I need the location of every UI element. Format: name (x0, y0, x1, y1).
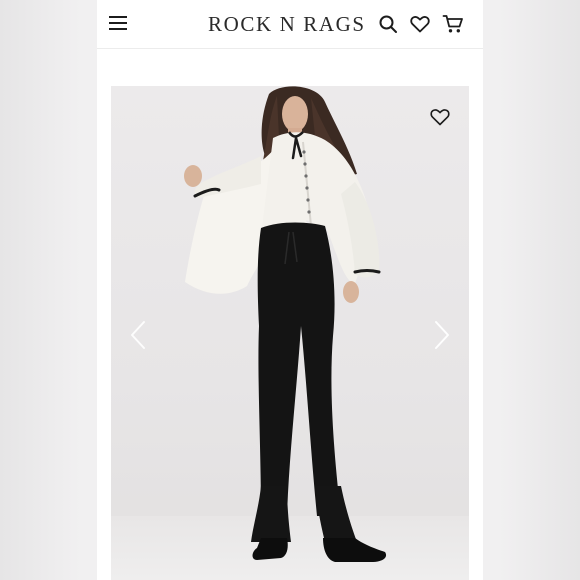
product-image[interactable] (111, 86, 469, 580)
phone-screen: ROCK N RAGS (97, 0, 483, 580)
search-icon[interactable] (377, 13, 399, 35)
favorite-heart-icon[interactable] (429, 106, 451, 128)
brand-logo[interactable]: ROCK N RAGS (208, 12, 366, 37)
heart-icon[interactable] (409, 13, 431, 35)
model-illustration (184, 86, 387, 562)
top-navigation-bar: ROCK N RAGS (97, 0, 483, 49)
chevron-right-icon[interactable] (433, 320, 451, 350)
chevron-left-icon[interactable] (129, 320, 147, 350)
menu-icon[interactable] (109, 14, 129, 32)
cart-icon[interactable] (442, 13, 464, 35)
